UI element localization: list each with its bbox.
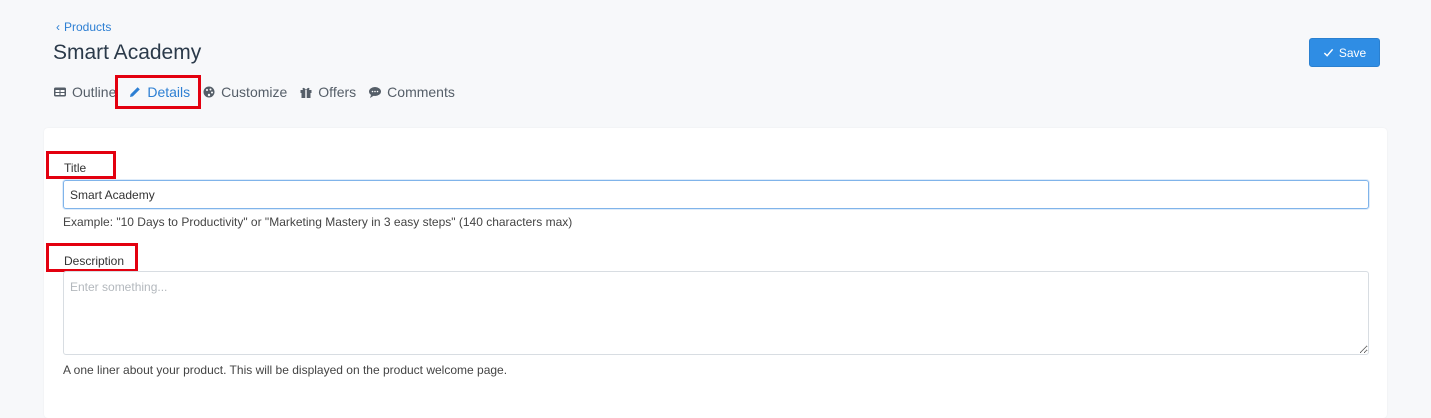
tab-outline[interactable]: Outline (53, 84, 116, 100)
breadcrumb-label: Products (64, 20, 112, 34)
tab-details[interactable]: Details (115, 75, 202, 109)
details-form-card: Title Example: "10 Days to Productivity"… (44, 128, 1387, 418)
page-title: Smart Academy (53, 41, 202, 64)
save-button[interactable]: Save (1309, 38, 1380, 67)
tab-outline-label: Outline (72, 84, 117, 100)
tab-comments-label: Comments (387, 84, 455, 100)
product-tabs: Outline Details Customize Offers Comment… (53, 75, 455, 109)
tab-comments[interactable]: Comments (368, 84, 455, 100)
chevron-left-icon: ‹ (56, 20, 60, 34)
description-label: Description (46, 243, 138, 272)
title-input[interactable] (63, 180, 1369, 209)
table-icon (54, 87, 66, 97)
tab-customize-label: Customize (221, 84, 288, 100)
breadcrumb-products[interactable]: ‹ Products (56, 20, 111, 34)
comment-icon (369, 87, 382, 98)
description-textarea[interactable] (63, 271, 1369, 355)
title-label: Title (46, 151, 116, 179)
gift-icon (300, 87, 312, 98)
save-button-label: Save (1338, 45, 1367, 60)
pencil-icon (130, 87, 141, 97)
palette-icon (203, 86, 215, 98)
description-help-text: A one liner about your product. This wil… (63, 363, 508, 377)
check-icon (1323, 48, 1333, 57)
title-help-text: Example: "10 Days to Productivity" or "M… (63, 215, 573, 229)
tab-offers[interactable]: Offers (299, 84, 356, 100)
tab-offers-label: Offers (318, 84, 357, 100)
tab-customize[interactable]: Customize (202, 84, 287, 100)
tab-details-label: Details (147, 84, 191, 100)
